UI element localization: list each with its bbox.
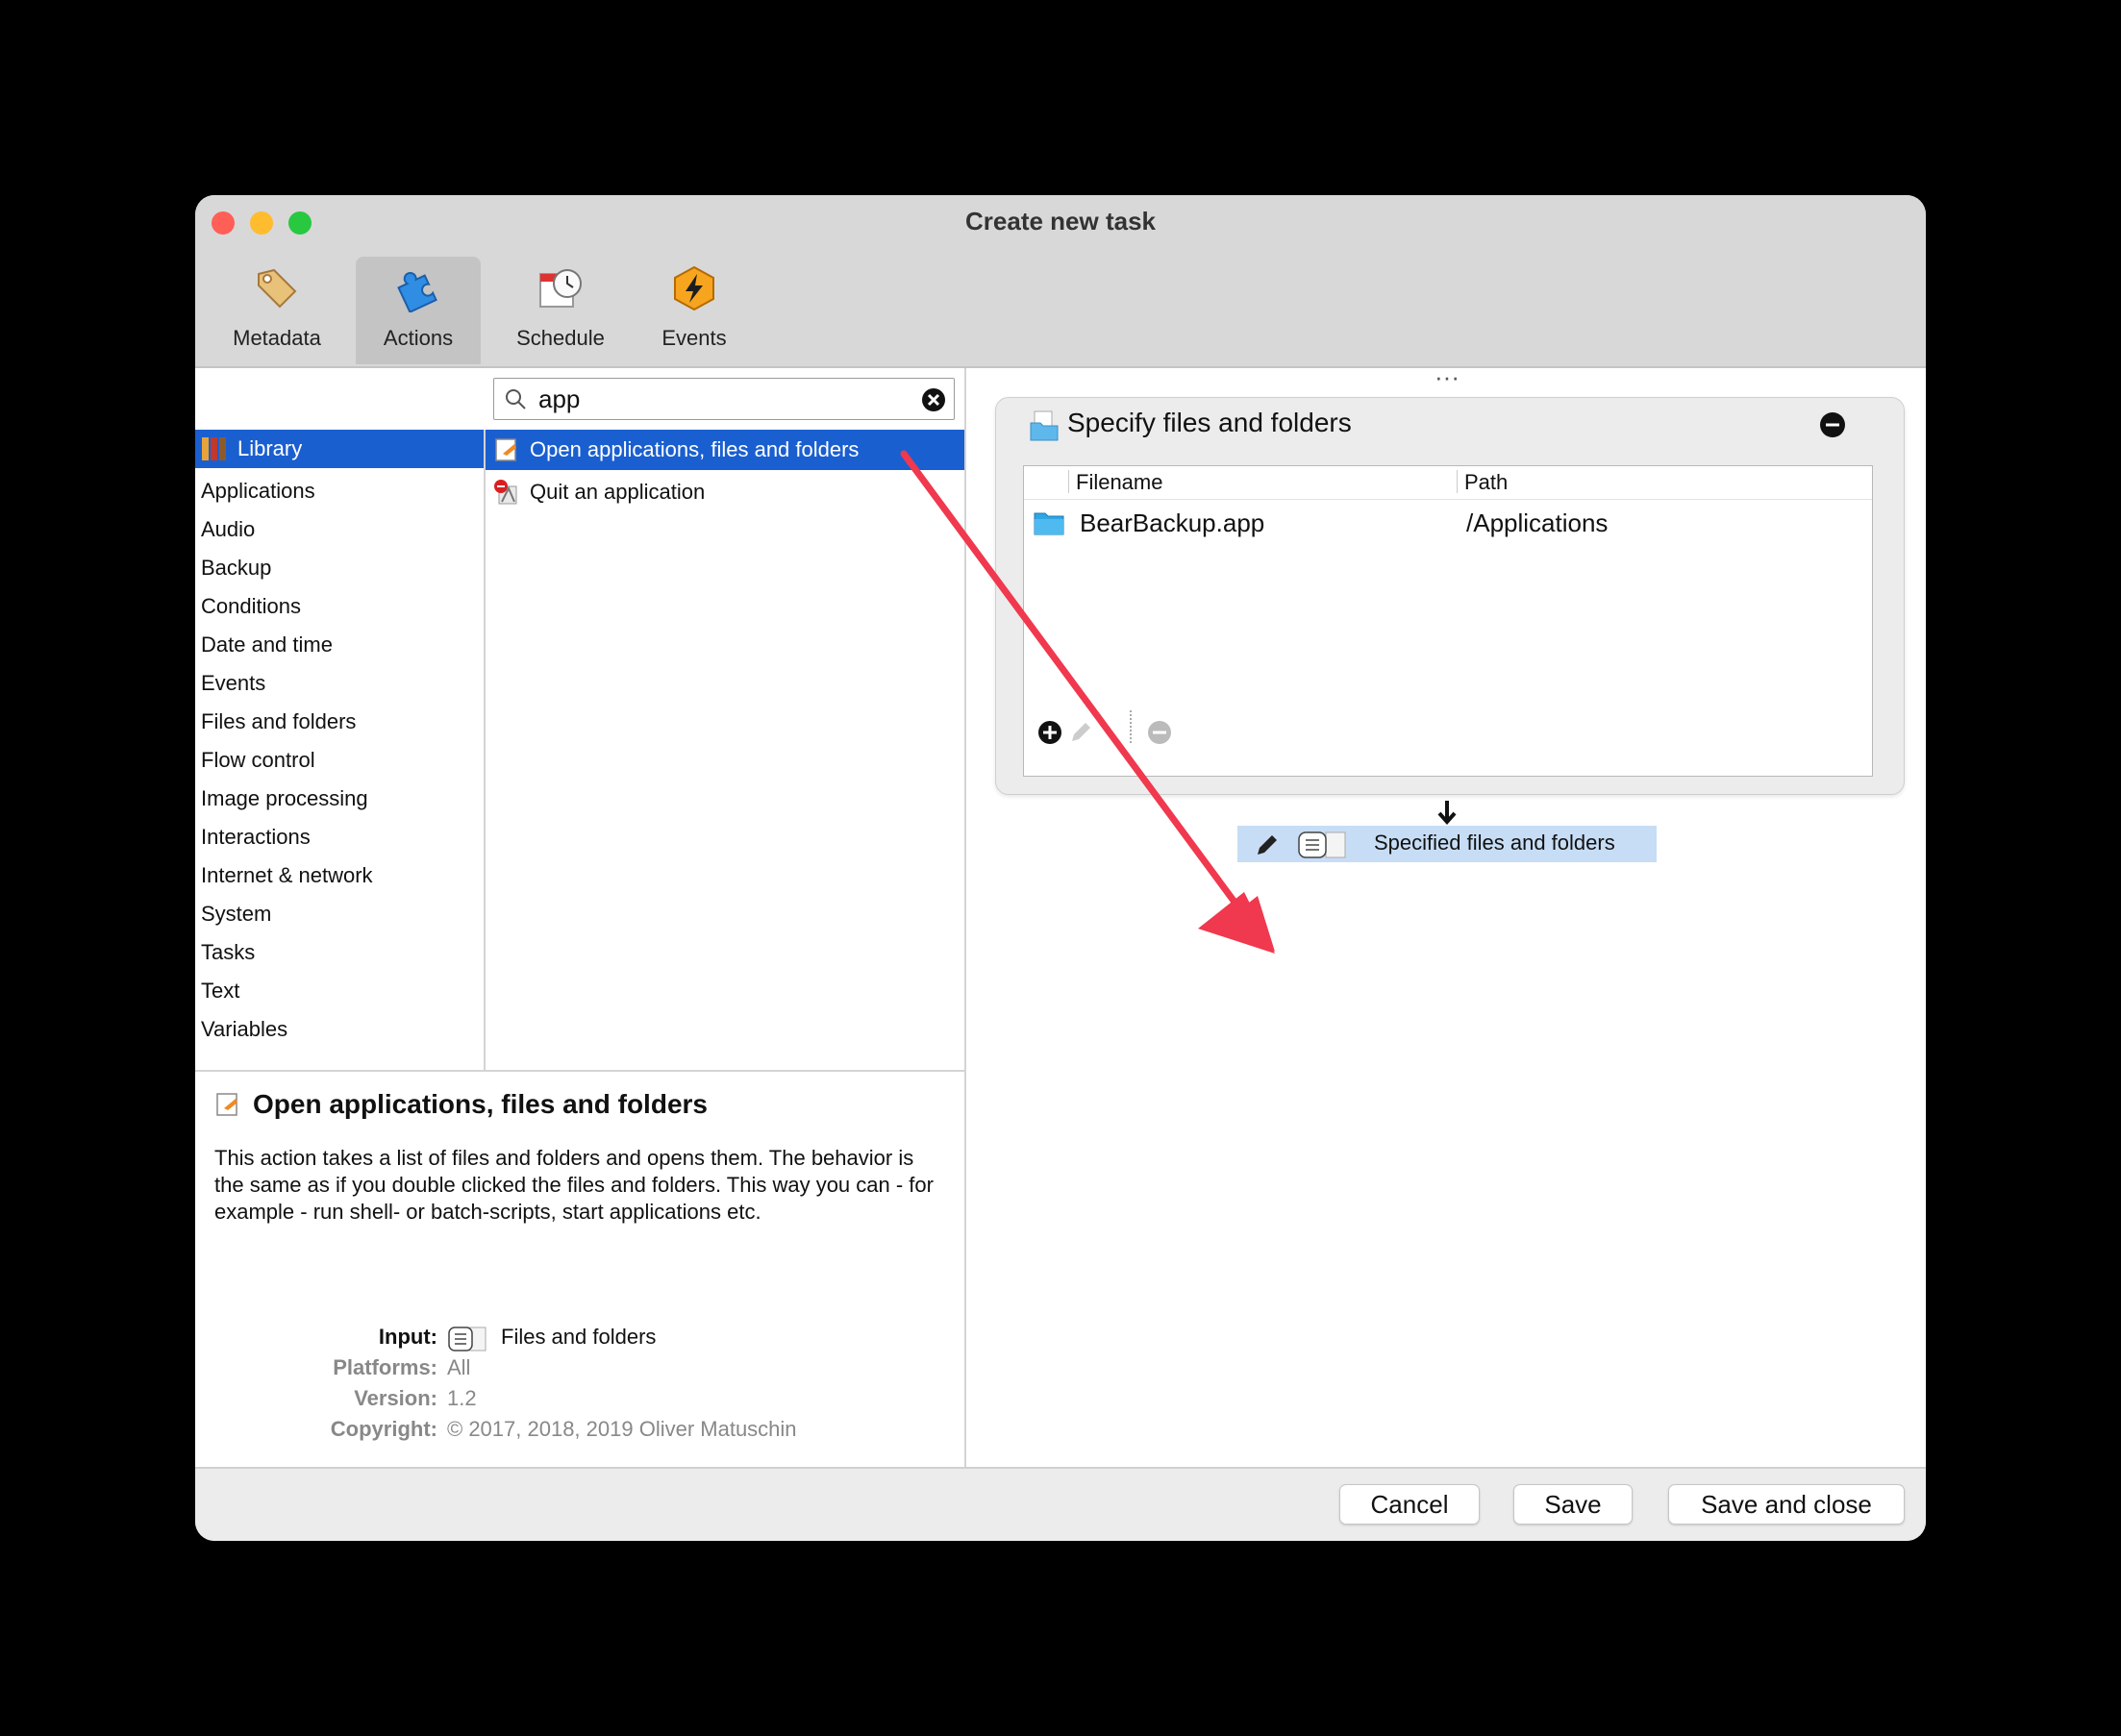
annotation-arrow <box>900 450 1275 954</box>
